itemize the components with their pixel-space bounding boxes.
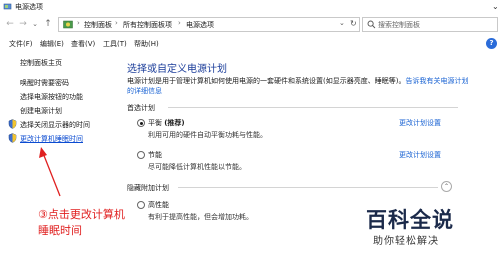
watermark-subtitle: 助你轻松解决 [373,236,439,247]
annotation-step-line1: ③点击更改计算机 [38,208,125,221]
watermark-title: 百科全说 [366,208,454,232]
annotation-step-line2: 睡眠时间 [38,224,82,237]
